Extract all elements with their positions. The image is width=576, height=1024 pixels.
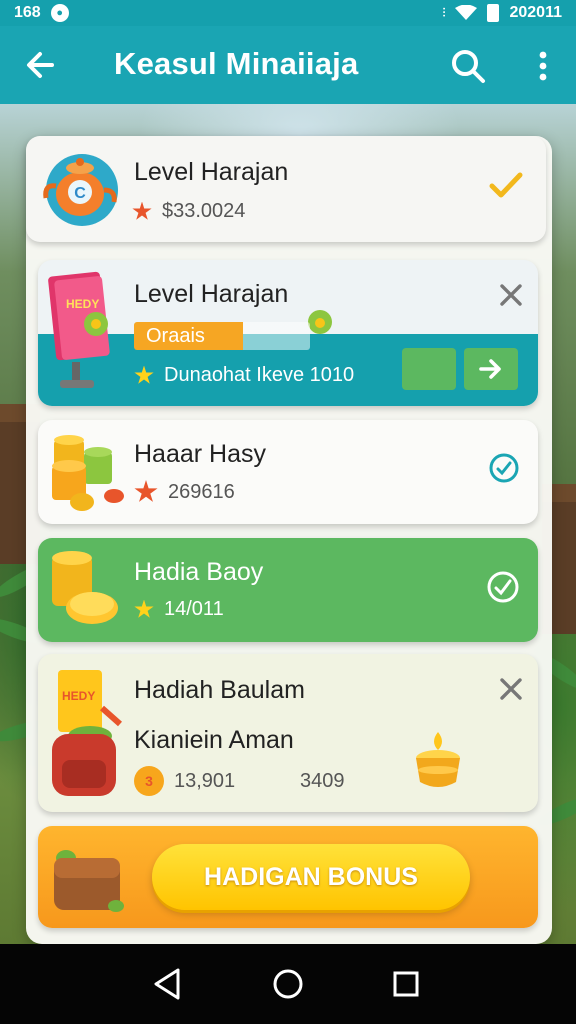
chip-label: Oraais	[146, 325, 205, 347]
item-value-secondary: 3409	[300, 770, 345, 792]
item-detail: Dunaohat Ikeve 1010	[164, 364, 355, 386]
status-clock: 202011	[509, 4, 562, 21]
item-name: Hadiah Baulam	[134, 676, 305, 704]
notification-icon: ●	[50, 4, 69, 22]
system-nav-bar	[0, 944, 576, 1024]
arrow-right-icon	[479, 359, 501, 379]
badge-icon: 3	[134, 766, 164, 796]
star-icon	[132, 201, 152, 220]
svg-text:HEDY: HEDY	[66, 297, 99, 311]
reward-card-5[interactable]: HEDY Hadiah Baulam Kianiein Aman 3 13,90…	[38, 654, 538, 812]
reward-card-4[interactable]: Hadia Baoy 14/011	[38, 538, 538, 642]
signal-icon: ⫶	[442, 5, 446, 20]
item-value: 13,901	[174, 769, 236, 792]
nav-back-icon[interactable]	[150, 966, 186, 1002]
search-button[interactable]	[448, 46, 488, 86]
wifi-icon	[455, 5, 478, 20]
green-slot[interactable]	[402, 348, 456, 390]
gift-icon	[134, 365, 154, 384]
more-vert-icon	[539, 51, 547, 81]
wallet-icon	[54, 850, 124, 912]
status-time: 168	[14, 4, 41, 21]
item-value: 14/011	[164, 598, 224, 620]
reward-card-1[interactable]: C Level Harajan $33.0024	[26, 136, 546, 242]
nav-recents-icon[interactable]	[388, 966, 424, 1002]
page-title: Keasul Minaiiaja	[114, 46, 359, 81]
nav-home-icon[interactable]	[270, 966, 306, 1002]
item-value: 269616	[168, 480, 235, 503]
item-name: Hadia Baoy	[134, 558, 264, 586]
progress-chip: Oraais	[134, 322, 310, 350]
more-options-button[interactable]	[528, 46, 558, 86]
battery-icon	[487, 4, 500, 22]
item-meta: Dunaohat Ikeve 1010	[134, 364, 354, 387]
app-bar: Keasul Minaiiaja	[0, 26, 576, 104]
item-name: Haaar Hasy	[134, 440, 266, 468]
coins-stack-icon	[52, 435, 124, 511]
item-name: Level Harajan	[134, 280, 289, 308]
star-icon	[134, 480, 158, 502]
coins-icon	[52, 551, 118, 624]
check-circle-icon	[489, 453, 519, 483]
fruit-icon	[308, 310, 332, 334]
item-name: Level Harajan	[134, 158, 289, 186]
item-value: $33.0024	[162, 200, 246, 222]
star-icon	[134, 599, 154, 618]
svg-text:HEDY: HEDY	[62, 689, 95, 703]
bonus-button[interactable]: HADIGAN BONUS	[152, 844, 470, 910]
status-bar: 168 ● ⫶ 202011	[0, 0, 576, 26]
item-meta: 3 13,901	[134, 766, 235, 796]
item-meta: 14/011	[134, 598, 224, 621]
back-button[interactable]	[22, 45, 66, 85]
item-subtitle: Kianiein Aman	[134, 726, 294, 754]
close-icon[interactable]	[498, 676, 524, 702]
backpack-icon: HEDY	[52, 670, 122, 796]
honey-pot-icon	[416, 732, 460, 787]
forward-button[interactable]	[464, 348, 518, 390]
check-circle-icon	[487, 571, 519, 603]
search-icon	[452, 50, 485, 83]
reward-card-2[interactable]: HEDY Level Harajan Oraais Dunaohat Ikeve…	[38, 260, 538, 406]
reward-card-3[interactable]: Haaar Hasy 269616	[38, 420, 538, 524]
arrow-left-icon	[27, 52, 54, 78]
item-meta: $33.0024	[132, 200, 245, 223]
check-icon	[489, 172, 523, 198]
teapot-icon: C	[43, 154, 118, 226]
item-meta: 269616	[134, 480, 235, 504]
close-icon[interactable]	[498, 282, 524, 308]
book-icon: HEDY	[48, 271, 110, 388]
svg-text:C: C	[74, 185, 86, 202]
